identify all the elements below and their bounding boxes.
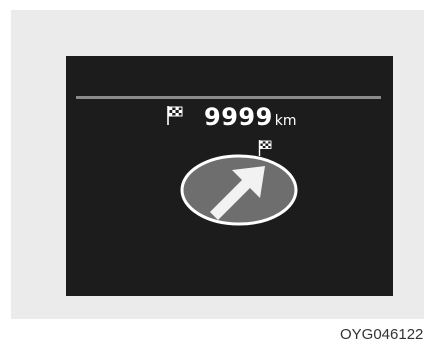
distance-to-destination: 9999 km [204,103,297,131]
distance-unit: km [274,113,297,129]
figure-code: OYG046122 [340,326,424,343]
display-divider [76,96,381,99]
arrow-up-right-icon [180,154,298,226]
distance-value: 9999 [204,103,273,131]
checkered-flag-icon [167,106,183,125]
cluster-display: 9999 km [66,56,393,296]
